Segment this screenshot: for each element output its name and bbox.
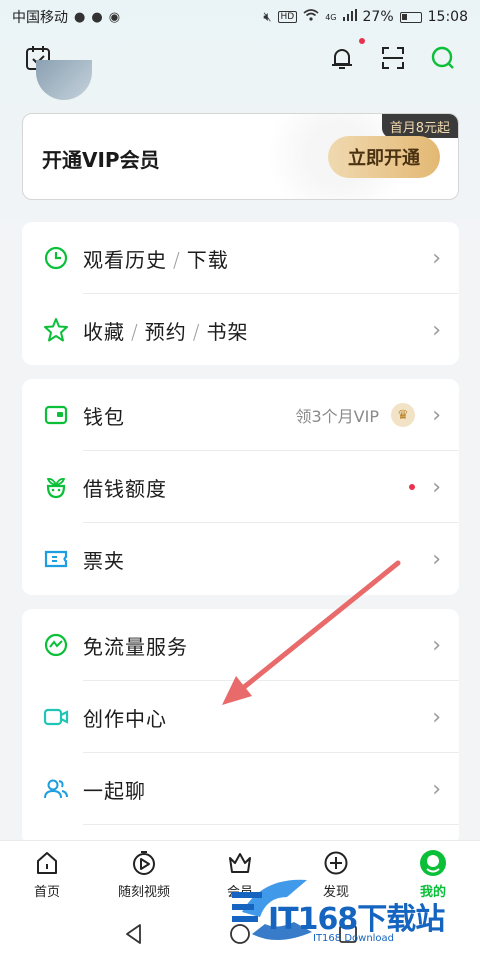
- app-notification-icon: ◉: [108, 9, 121, 25]
- menu-item-creator-center[interactable]: 创作中心 ›: [22, 681, 459, 753]
- menu-card-history: 观看历史 / 下载 › 收藏 / 预约 / 书架 ›: [22, 222, 459, 365]
- status-bar: 中国移动 ● ● ◉ 🔇︎ HD 4G 27% 15:08: [0, 0, 480, 34]
- video-camera-icon: [42, 703, 70, 731]
- crown-icon: ♛: [391, 403, 415, 427]
- chevron-right-icon: ›: [432, 317, 441, 343]
- creator-center-label: 创作中心: [83, 706, 167, 731]
- network-type: 4G: [325, 12, 337, 22]
- history-label: 观看历史: [83, 247, 167, 272]
- loan-label: 借钱额度: [83, 476, 167, 501]
- favorites-label: 收藏: [83, 319, 125, 344]
- ticket-icon: [42, 545, 70, 573]
- vip-promo-badge: 首月8元起: [381, 114, 458, 138]
- watermark-text: IT168下载站: [268, 902, 445, 937]
- vip-card[interactable]: 开通VIP会员 首月8元起 立即开通: [22, 113, 459, 200]
- chevron-right-icon: ›: [432, 474, 441, 500]
- free-data-label: 免流量服务: [83, 634, 188, 659]
- chat-together-label: 一起聊: [83, 778, 146, 803]
- menu-item-free-data[interactable]: 免流量服务 ›: [22, 609, 459, 681]
- menu-item-wallet[interactable]: 钱包 领3个月VIP ♛ ›: [22, 379, 459, 451]
- chevron-right-icon: ›: [432, 776, 441, 802]
- nav-short-video[interactable]: 随刻视频: [109, 849, 179, 905]
- carrier-name: 中国移动: [12, 10, 68, 26]
- separator: /: [173, 247, 181, 272]
- chevron-right-icon: ›: [432, 546, 441, 572]
- battery-icon: [399, 11, 422, 23]
- menu-item-favorites[interactable]: 收藏 / 预约 / 书架 ›: [22, 294, 459, 366]
- nav-home[interactable]: 首页: [12, 849, 82, 905]
- wifi-icon: [303, 9, 319, 25]
- home-icon: [33, 849, 61, 877]
- download-label: 下载: [186, 247, 229, 272]
- battery-percent: 27%: [362, 9, 394, 25]
- message-icon: ●: [91, 9, 103, 25]
- menu-item-history-download[interactable]: 观看历史 / 下载 ›: [22, 222, 459, 294]
- new-indicator-dot: [409, 484, 415, 490]
- people-icon: [42, 775, 70, 803]
- hd-indicator: HD: [277, 11, 298, 23]
- wallet-vip-promo: 领3个月VIP: [295, 407, 380, 426]
- menu-item-loan[interactable]: 借钱额度 ›: [22, 451, 459, 523]
- bookshelf-label: 书架: [206, 319, 249, 344]
- wallet-label: 钱包: [83, 404, 125, 429]
- free-data-icon: [42, 631, 70, 659]
- divider: [83, 824, 459, 825]
- play-circle-icon: [130, 849, 158, 877]
- notification-dot: [359, 38, 365, 44]
- nav-short-video-label: 随刻视频: [117, 885, 170, 900]
- back-icon[interactable]: [122, 922, 146, 950]
- sprout-bag-icon: [42, 473, 70, 501]
- chevron-right-icon: ›: [432, 632, 441, 658]
- menu-item-tickets[interactable]: 票夹 ›: [22, 523, 459, 595]
- menu-card-services: 免流量服务 › 创作中心 › 一起聊 ›: [22, 609, 459, 845]
- wallet-icon: [42, 401, 70, 429]
- star-icon: [42, 316, 70, 344]
- clock-icon: [42, 244, 70, 272]
- nav-home-label: 首页: [33, 885, 60, 900]
- separator: /: [131, 319, 139, 344]
- wechat-icon: ●: [74, 9, 86, 25]
- vip-title: 开通VIP会员: [42, 148, 160, 172]
- chevron-right-icon: ›: [432, 402, 441, 428]
- search-icon[interactable]: [427, 42, 459, 74]
- bell-icon[interactable]: [326, 42, 358, 74]
- menu-card-finance: 钱包 领3个月VIP ♛ › 借钱额度 › 票夹 ›: [22, 379, 459, 595]
- menu-item-chat-together[interactable]: 一起聊 ›: [22, 753, 459, 825]
- reservations-label: 预约: [144, 319, 187, 344]
- chevron-right-icon: ›: [432, 704, 441, 730]
- clock-time: 15:08: [427, 9, 468, 25]
- scan-icon[interactable]: [377, 42, 409, 74]
- watermark-subtext: IT168 Download: [313, 933, 395, 944]
- separator: /: [192, 319, 201, 344]
- signal-icon: [342, 9, 357, 25]
- mute-icon: 🔇︎: [263, 9, 272, 25]
- chevron-right-icon: ›: [432, 245, 441, 271]
- vip-open-button[interactable]: 立即开通: [328, 136, 440, 178]
- tickets-label: 票夹: [83, 548, 125, 573]
